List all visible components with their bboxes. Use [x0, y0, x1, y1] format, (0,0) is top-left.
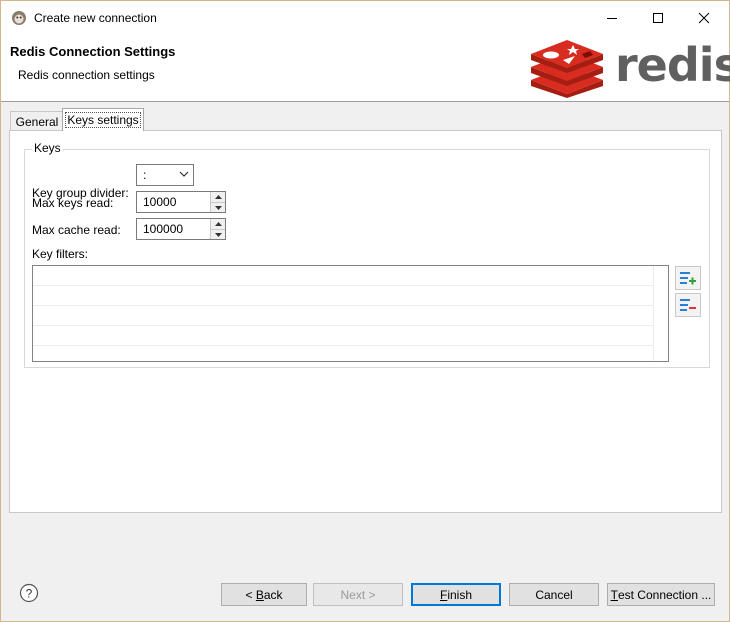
next-button[interactable]: Next >	[313, 583, 403, 606]
close-icon	[698, 12, 710, 24]
key-group-divider-combo[interactable]: :	[136, 164, 194, 186]
finish-button-label: inish	[447, 587, 473, 602]
finish-button[interactable]: Finish	[411, 583, 501, 606]
max-cache-read-increment[interactable]	[211, 219, 225, 229]
page-subtitle: Redis connection settings	[18, 68, 155, 82]
wizard-header: Redis Connection Settings Redis connecti…	[1, 35, 730, 102]
max-cache-read-spinner[interactable]: 100000	[136, 218, 226, 240]
key-group-divider-value: :	[143, 168, 147, 182]
maximize-icon	[653, 13, 663, 23]
max-cache-read-label: Max cache read:	[32, 223, 121, 237]
remove-filter-button[interactable]	[675, 293, 701, 317]
test-connection-label: est Connection ...	[617, 587, 712, 602]
max-keys-read-increment[interactable]	[211, 192, 225, 202]
back-button[interactable]: < Back	[221, 583, 307, 606]
maximize-button[interactable]	[635, 1, 681, 35]
minimize-button[interactable]	[589, 1, 635, 35]
tab-keys-settings-label: Keys settings	[65, 112, 141, 128]
chevron-down-icon	[179, 171, 189, 177]
list-remove-icon	[680, 299, 696, 311]
tab-panel-keys-settings: Keys Key group divider: : Max keys read:…	[9, 130, 722, 513]
test-connection-mnemonic: T	[610, 587, 618, 602]
svg-text:?: ?	[26, 587, 33, 601]
max-keys-read-value: 10000	[143, 195, 177, 209]
keys-group-label: Keys	[32, 141, 63, 155]
add-filter-button[interactable]	[675, 266, 701, 290]
redis-logo: redis	[527, 38, 730, 98]
list-row[interactable]	[33, 326, 654, 346]
arrow-down-icon	[214, 205, 222, 210]
max-keys-read-decrement[interactable]	[211, 202, 225, 212]
back-button-prefix: <	[245, 587, 256, 602]
back-button-mnemonic: B	[255, 587, 264, 602]
tab-general[interactable]: General	[10, 111, 64, 131]
tab-keys-settings[interactable]: Keys settings	[62, 108, 144, 131]
max-cache-read-value: 100000	[143, 222, 184, 236]
arrow-up-icon	[214, 195, 222, 199]
finish-button-mnemonic: F	[439, 587, 448, 602]
help-icon[interactable]: ?	[19, 583, 39, 603]
arrow-down-icon	[214, 232, 222, 237]
key-filters-list[interactable]	[32, 265, 669, 362]
max-keys-read-spinner[interactable]: 10000	[136, 191, 226, 213]
title-bar: Create new connection	[1, 1, 729, 35]
max-keys-read-label: Max keys read:	[32, 196, 114, 210]
back-button-label: ack	[263, 587, 283, 602]
list-row[interactable]	[33, 306, 654, 326]
redis-wordmark: redis	[615, 38, 730, 92]
tab-general-label: General	[15, 114, 59, 129]
test-connection-button[interactable]: Test Connection ...	[607, 583, 715, 606]
max-cache-read-decrement[interactable]	[211, 229, 225, 239]
close-button[interactable]	[681, 1, 727, 35]
key-filters-label: Key filters:	[32, 247, 89, 261]
arrow-up-icon	[214, 222, 222, 226]
max-keys-read-stepper	[210, 192, 225, 212]
list-row[interactable]	[33, 286, 654, 306]
list-scrollbar[interactable]	[653, 266, 668, 361]
window-title: Create new connection	[34, 11, 157, 25]
dialog-window: Create new connection Redis Connection S…	[0, 0, 730, 622]
keys-group: Keys Key group divider: : Max keys read:…	[24, 141, 710, 368]
redis-cube-icon	[531, 40, 603, 98]
next-button-label: Next >	[340, 587, 376, 602]
max-cache-read-stepper	[210, 219, 225, 239]
page-title: Redis Connection Settings	[10, 44, 176, 59]
cancel-button-label: Cancel	[535, 587, 573, 602]
dbeaver-app-icon	[12, 11, 26, 25]
list-row[interactable]	[33, 266, 654, 286]
list-add-icon	[680, 272, 696, 285]
cancel-button[interactable]: Cancel	[509, 583, 599, 606]
minimize-icon	[607, 18, 617, 19]
